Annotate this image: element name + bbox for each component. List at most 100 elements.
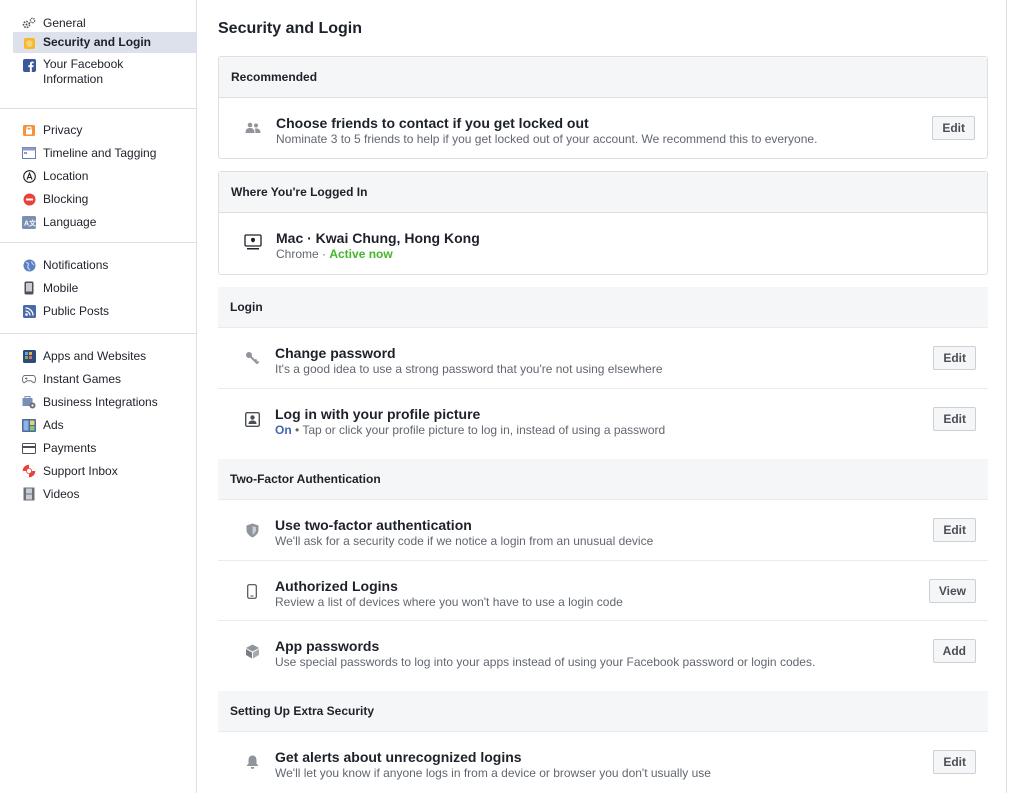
card-icon	[22, 441, 36, 455]
sidebar-divider	[196, 0, 197, 793]
sidebar-item-label: General	[43, 16, 86, 30]
location-icon	[22, 169, 36, 183]
setting-title: Choose friends to contact if you get loc…	[276, 115, 589, 131]
setting-description: On • Tap or click your profile picture t…	[275, 423, 665, 437]
sidebar-item-label: Videos	[43, 487, 80, 501]
sidebar-item-security-and-login[interactable]: Security and Login	[13, 32, 197, 53]
section-login: Login Change password It's a good idea t…	[218, 287, 988, 449]
sidebar-item-label: Timeline and Tagging	[43, 146, 157, 160]
sidebar-item-label: Payments	[43, 441, 97, 455]
section-header: Where You're Logged In	[219, 172, 987, 213]
ads-icon	[22, 418, 36, 432]
edit-button[interactable]: Edit	[932, 116, 975, 140]
sidebar-group-apps: Apps and Websites Instant Games Business…	[0, 333, 196, 517]
sidebar-item-label: Notifications	[43, 258, 109, 272]
sidebar-item-notifications[interactable]: Notifications	[0, 256, 196, 279]
lock-icon	[22, 123, 36, 137]
block-icon	[22, 192, 36, 206]
lifebuoy-icon	[22, 464, 36, 478]
cube-icon	[243, 642, 261, 660]
setting-title: Get alerts about unrecognized logins	[275, 749, 522, 765]
setting-row-profile-picture-login: Log in with your profile picture On • Ta…	[218, 388, 988, 448]
setting-description: We'll let you know if anyone logs in fro…	[275, 766, 711, 780]
sidebar-item-public-posts[interactable]: Public Posts	[0, 302, 196, 325]
sidebar-item-label: Apps and Websites	[43, 349, 147, 363]
section-two-factor: Two-Factor Authentication Use two-factor…	[218, 459, 988, 681]
device-title: Mac · Kwai Chung, Hong Kong	[276, 230, 480, 246]
language-icon: A文	[22, 215, 36, 229]
setting-row-authorized-logins: Authorized Logins Review a list of devic…	[218, 560, 988, 620]
rss-icon	[22, 304, 36, 318]
gamepad-icon	[22, 372, 36, 386]
section-recommended: Recommended Choose friends to contact if…	[218, 56, 988, 159]
sidebar-item-location[interactable]: Location	[0, 167, 196, 190]
setting-description: Nominate 3 to 5 friends to help if you g…	[276, 132, 818, 146]
edit-button[interactable]: Edit	[933, 750, 976, 774]
status-on: On	[275, 423, 292, 437]
sidebar-item-label: Privacy	[43, 123, 83, 137]
sidebar-item-language[interactable]: A文 Language	[0, 213, 196, 236]
sidebar-item-label: Instant Games	[43, 372, 122, 386]
section-header: Two-Factor Authentication	[218, 459, 988, 500]
sidebar-item-payments[interactable]: Payments	[0, 439, 196, 462]
sidebar-item-apps-and-websites[interactable]: Apps and Websites	[0, 347, 196, 370]
setting-title: Authorized Logins	[275, 578, 398, 594]
sidebar-group-notifications: Notifications Mobile Public Posts	[0, 242, 196, 334]
sidebar-item-label: Your Facebook Information	[43, 57, 153, 87]
mobile-icon	[22, 281, 36, 295]
sidebar-item-blocking[interactable]: Blocking	[0, 190, 196, 213]
setting-description: It's a good idea to use a strong passwor…	[275, 362, 663, 376]
edit-button[interactable]: Edit	[933, 407, 976, 431]
sidebar-item-label: Business Integrations	[43, 395, 158, 409]
sidebar-item-videos[interactable]: Videos	[0, 485, 196, 508]
profile-picture-icon	[243, 410, 261, 428]
session-status: Chrome · Active now	[276, 247, 393, 261]
section-where-logged-in: Where You're Logged In Mac · Kwai Chung,…	[218, 171, 988, 275]
sidebar-item-label: Support Inbox	[43, 464, 118, 478]
sidebar-group-privacy: Privacy Timeline and Tagging Location Bl…	[0, 108, 196, 245]
section-header: Setting Up Extra Security	[218, 691, 988, 732]
timeline-icon	[22, 146, 36, 160]
gears-icon	[22, 16, 36, 30]
page-title: Security and Login	[218, 20, 363, 37]
sidebar-item-label: Blocking	[43, 192, 89, 206]
sidebar-item-ads[interactable]: Ads	[0, 416, 196, 439]
sidebar-item-business-integrations[interactable]: Business Integrations	[0, 393, 196, 416]
edit-button[interactable]: Edit	[933, 518, 976, 542]
setting-row-change-password: Change password It's a good idea to use …	[218, 328, 988, 388]
sidebar-group-account: General Security and Login Your Facebook…	[0, 0, 197, 95]
sidebar-item-general[interactable]: General	[0, 14, 196, 32]
edit-button[interactable]: Edit	[933, 346, 976, 370]
globe-icon	[22, 258, 36, 272]
sidebar-item-instant-games[interactable]: Instant Games	[0, 370, 196, 393]
sidebar-item-label: Ads	[43, 418, 64, 432]
bell-icon	[243, 753, 261, 771]
view-button[interactable]: View	[928, 579, 976, 603]
setting-description: Review a list of devices where you won't…	[275, 595, 623, 609]
key-icon	[243, 349, 261, 367]
setting-description-text: • Tap or click your profile picture to l…	[291, 423, 666, 437]
content-right-border	[1006, 0, 1007, 793]
sidebar-item-timeline-and-tagging[interactable]: Timeline and Tagging	[0, 144, 196, 167]
apps-icon	[22, 349, 36, 363]
business-icon	[22, 395, 36, 409]
setting-title: Use two-factor authentication	[275, 517, 472, 533]
add-button[interactable]: Add	[932, 639, 976, 663]
session-row[interactable]: Mac · Kwai Chung, Hong Kong Chrome · Act…	[219, 213, 987, 273]
sidebar-item-label: Mobile	[43, 281, 79, 295]
setting-title: Change password	[275, 345, 396, 361]
sidebar-item-your-facebook-information[interactable]: Your Facebook Information	[0, 53, 196, 86]
setting-description: We'll ask for a security code if we noti…	[275, 534, 654, 548]
settings-sidebar: General Security and Login Your Facebook…	[0, 0, 197, 793]
sidebar-item-label: Public Posts	[43, 304, 110, 318]
film-icon	[22, 487, 36, 501]
setting-title: App passwords	[275, 638, 380, 654]
sidebar-item-label-text: Your Facebook Information	[43, 57, 124, 86]
setting-row-login-alerts: Get alerts about unrecognized logins We'…	[218, 732, 988, 792]
sidebar-item-support-inbox[interactable]: Support Inbox	[0, 462, 196, 485]
facebook-icon	[22, 58, 36, 72]
sidebar-item-mobile[interactable]: Mobile	[0, 279, 196, 302]
setting-row-two-factor: Use two-factor authentication We'll ask …	[218, 500, 988, 560]
sidebar-item-privacy[interactable]: Privacy	[0, 121, 196, 144]
sidebar-item-label: Security and Login	[43, 35, 152, 49]
